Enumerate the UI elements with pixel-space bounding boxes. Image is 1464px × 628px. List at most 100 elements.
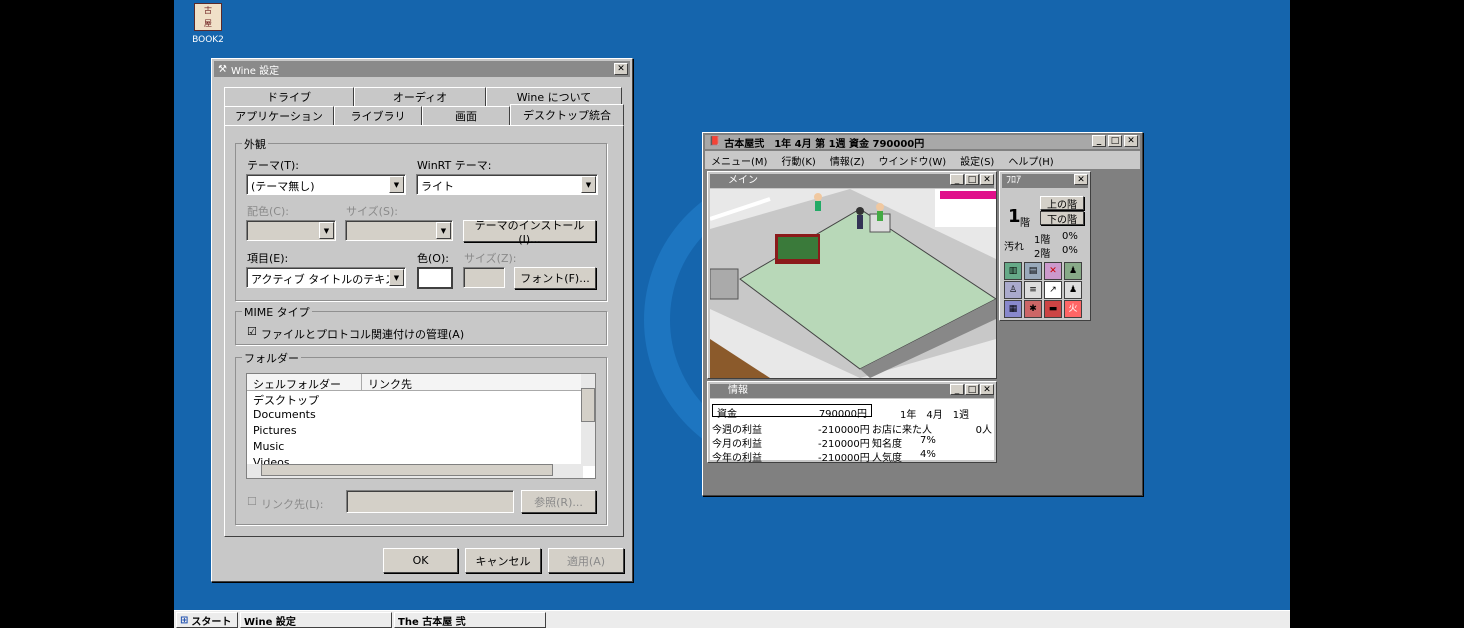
link-path-input[interactable] bbox=[346, 490, 514, 513]
install-theme-button[interactable]: テーマのインストール(I)... bbox=[463, 219, 596, 246]
chevron-down-icon[interactable]: ▼ bbox=[389, 176, 404, 193]
size-stepper[interactable] bbox=[463, 267, 505, 288]
counter-icon[interactable]: ▤ bbox=[1024, 262, 1042, 280]
floor-unit: 階 bbox=[1020, 218, 1030, 229]
floor2-dirt: 0% bbox=[1062, 245, 1078, 256]
close-button[interactable]: ✕ bbox=[980, 174, 994, 185]
stat-value: -210000円 bbox=[818, 425, 870, 436]
winrt-label: WinRT テーマ: bbox=[417, 159, 492, 172]
shelf-icon[interactable]: ▦ bbox=[1004, 300, 1022, 318]
upstairs-button[interactable]: 上の階 bbox=[1040, 196, 1084, 211]
maximize-button[interactable]: □ bbox=[965, 174, 979, 185]
chevron-down-icon[interactable]: ▼ bbox=[389, 269, 404, 286]
column-shell-folder[interactable]: シェルフォルダー bbox=[247, 374, 362, 391]
list-item[interactable]: Documents bbox=[247, 407, 595, 423]
size2-label: サイズ(Z): bbox=[464, 252, 517, 265]
tab-drives[interactable]: ドライブ bbox=[224, 87, 354, 106]
tab-libraries[interactable]: ライブラリ bbox=[334, 106, 422, 125]
link-checkbox-label[interactable]: リンク先(L): bbox=[261, 496, 323, 512]
menu-settings[interactable]: 設定(S) bbox=[960, 157, 994, 168]
menu-window[interactable]: ウインドウ(W) bbox=[878, 157, 946, 168]
fire-icon[interactable]: 火 bbox=[1064, 300, 1082, 318]
book-icon: 古屋 bbox=[194, 3, 222, 31]
chevron-down-icon[interactable]: ▼ bbox=[319, 222, 334, 239]
tab-applications[interactable]: アプリケーション bbox=[224, 106, 334, 125]
window-title: Wine 設定 bbox=[230, 65, 280, 77]
title-bar[interactable]: 📕 古本屋弐 1年 4月 第 1週 資金 790000円 _ □ ✕ bbox=[705, 135, 1140, 150]
desktop-icon-label: BOOK2 bbox=[192, 35, 224, 45]
start-button[interactable]: ⊞ スタート bbox=[176, 612, 238, 628]
cancel-button[interactable]: キャンセル bbox=[465, 548, 541, 573]
list-item[interactable]: Pictures bbox=[247, 423, 595, 439]
chevron-down-icon[interactable]: ▼ bbox=[581, 176, 596, 193]
info-panel: 資金 790000円 1年 4月 1週 今週の利益 -210000円 お店に来た… bbox=[710, 399, 994, 464]
stat-value: 0人 bbox=[975, 425, 992, 436]
winrt-select[interactable]: ライト ▼ bbox=[416, 174, 598, 195]
truck-icon[interactable]: ▬ bbox=[1044, 300, 1062, 318]
size-label: サイズ(S): bbox=[346, 205, 398, 218]
theme-select[interactable]: (テーマ無し) ▼ bbox=[246, 174, 406, 195]
ok-button[interactable]: OK bbox=[383, 548, 458, 573]
folder-list[interactable]: シェルフォルダー リンク先 デスクトップ Documents Pictures … bbox=[246, 373, 596, 479]
taskbar-item-game[interactable]: The 古本屋 弐 bbox=[394, 612, 546, 628]
maximize-button[interactable]: □ bbox=[965, 384, 979, 395]
menu-main[interactable]: メニュー(M) bbox=[711, 157, 767, 168]
mime-checkbox[interactable]: ☑ bbox=[247, 325, 257, 338]
close-button[interactable]: ✕ bbox=[980, 384, 994, 395]
vertical-scrollbar[interactable] bbox=[581, 374, 595, 466]
floor-window: ﾌﾛｱ ✕ 1 階 上の階 下の階 汚れ 1階 0% 2階 0% ▥ ▤ ✕ ♟… bbox=[999, 171, 1091, 321]
color-select[interactable]: ▼ bbox=[246, 220, 336, 241]
tab-desktop-integration[interactable]: デスクトップ統合 bbox=[510, 104, 624, 125]
column-link[interactable]: リンク先 bbox=[362, 374, 418, 391]
menu-help[interactable]: ヘルプ(H) bbox=[1008, 157, 1053, 168]
desktop: 古屋 BOOK2 ⚒ Wine 設定 ✕ ドライブ オーディオ Wine について… bbox=[174, 0, 1290, 610]
list-item[interactable]: Music bbox=[247, 439, 595, 455]
bookshelf-icon[interactable]: ▥ bbox=[1004, 262, 1022, 280]
link-checkbox[interactable]: ☐ bbox=[247, 495, 257, 508]
person-icon[interactable]: ♟ bbox=[1064, 262, 1082, 280]
colour-label: 色(O): bbox=[417, 252, 449, 265]
mime-checkbox-label[interactable]: ファイルとプロトコル関連付けの管理(A) bbox=[261, 326, 464, 342]
trash-icon[interactable]: ✱ bbox=[1024, 300, 1042, 318]
downstairs-button[interactable]: 下の階 bbox=[1040, 211, 1084, 226]
appearance-group-title: 外観 bbox=[242, 136, 268, 152]
chevron-down-icon[interactable]: ▼ bbox=[436, 222, 451, 239]
horizontal-scrollbar[interactable] bbox=[247, 464, 583, 478]
stat-label: 今年の利益 bbox=[712, 453, 762, 464]
minimize-button[interactable]: _ bbox=[950, 174, 964, 185]
font-button[interactable]: フォント(F)... bbox=[514, 267, 596, 289]
tab-audio[interactable]: オーディオ bbox=[354, 87, 486, 106]
graph-icon[interactable]: ↗ bbox=[1044, 281, 1062, 299]
maximize-button[interactable]: □ bbox=[1108, 135, 1122, 147]
browse-button[interactable]: 参照(R)... bbox=[521, 490, 596, 513]
apply-button[interactable]: 適用(A) bbox=[548, 548, 624, 573]
taskbar-item-wine[interactable]: Wine 設定 bbox=[240, 612, 392, 628]
minimize-button[interactable]: _ bbox=[1092, 135, 1106, 147]
close-button[interactable]: ✕ bbox=[614, 63, 628, 75]
desktop-icon-book2[interactable]: 古屋 BOOK2 bbox=[188, 3, 228, 45]
funds-box: 資金 790000円 bbox=[712, 404, 872, 420]
list-item[interactable]: デスクトップ bbox=[247, 391, 595, 407]
menu-action[interactable]: 行動(K) bbox=[781, 157, 815, 168]
delete-icon[interactable]: ✕ bbox=[1044, 262, 1062, 280]
close-button[interactable]: ✕ bbox=[1124, 135, 1138, 147]
menu-info[interactable]: 情報(Z) bbox=[830, 157, 865, 168]
scrollbar-thumb[interactable] bbox=[581, 388, 595, 422]
tab-graphics[interactable]: 画面 bbox=[422, 106, 510, 125]
minimize-button[interactable]: _ bbox=[950, 384, 964, 395]
mime-group-title: MIME タイプ bbox=[242, 304, 312, 320]
item-select[interactable]: アクティブ タイトルのテキス ▼ bbox=[246, 267, 406, 288]
floor-number: 1 bbox=[1008, 206, 1021, 227]
close-button[interactable]: ✕ bbox=[1074, 174, 1088, 185]
color-swatch-button[interactable] bbox=[417, 267, 453, 289]
list-header: シェルフォルダー リンク先 bbox=[247, 374, 595, 391]
title-bar[interactable]: ⚒ Wine 設定 ✕ bbox=[214, 61, 630, 77]
staff-icon[interactable]: ♙ bbox=[1004, 281, 1022, 299]
stairs-icon[interactable]: ≡ bbox=[1024, 281, 1042, 299]
scrollbar-thumb[interactable] bbox=[261, 464, 553, 476]
size-select[interactable]: ▼ bbox=[345, 220, 453, 241]
theme-label: テーマ(T): bbox=[247, 159, 300, 172]
customer-icon[interactable]: ♟ bbox=[1064, 281, 1082, 299]
windows-icon: ⊞ bbox=[180, 614, 189, 626]
isometric-shop-floor[interactable] bbox=[710, 189, 996, 378]
